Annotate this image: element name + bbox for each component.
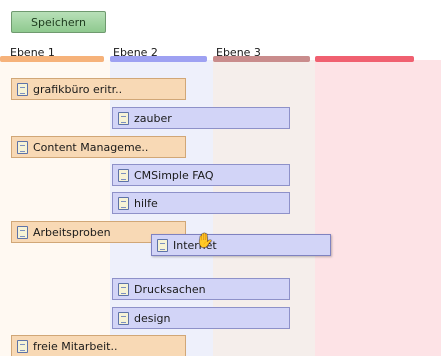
column-label: Ebene 3	[216, 46, 261, 59]
column-header-loeschen: Löschen	[315, 45, 414, 62]
page-icon	[118, 111, 129, 125]
page-row-level-1[interactable]: Content Manageme..	[11, 136, 186, 158]
page-icon	[118, 196, 129, 210]
page-label: freie Mitarbeit..	[33, 339, 118, 353]
page-icon	[17, 140, 28, 154]
page-icon	[157, 238, 168, 252]
page-label: grafikbüro eritr..	[33, 82, 123, 96]
page-row-level-2[interactable]: hilfe	[112, 192, 290, 214]
page-icon	[17, 82, 28, 96]
column-label: Löschen	[318, 46, 364, 59]
page-row-level-1[interactable]: grafikbüro eritr..	[11, 78, 186, 100]
save-button[interactable]: Speichern	[11, 11, 106, 33]
column-header-ebene-3: Ebene 3	[213, 45, 316, 62]
page-row-level-2[interactable]: zauber	[112, 107, 290, 129]
page-icon	[118, 168, 129, 182]
page-icon	[118, 311, 129, 325]
column-area-loeschen	[315, 60, 441, 356]
column-label: Ebene 2	[113, 46, 158, 59]
page-label: CMSimple FAQ	[134, 168, 214, 182]
column-area-ebene-1	[0, 60, 110, 356]
page-icon	[118, 282, 129, 296]
page-label: design	[134, 311, 171, 325]
page-row-level-2[interactable]: design	[112, 307, 290, 329]
page-label: hilfe	[134, 196, 158, 210]
dragging-page-row[interactable]: Internet	[151, 234, 331, 256]
column-header-ebene-2: Ebene 2	[110, 45, 213, 62]
page-row-level-1[interactable]: freie Mitarbeit..	[11, 335, 186, 356]
column-label: Ebene 1	[10, 46, 55, 59]
page-icon	[17, 339, 28, 353]
page-row-level-2[interactable]: Drucksachen	[112, 278, 290, 300]
page-label: Arbeitsproben	[33, 225, 111, 239]
column-header-ebene-1: Ebene 1	[0, 45, 110, 62]
grab-hand-icon: ✋	[196, 233, 214, 249]
page-label: Drucksachen	[134, 282, 206, 296]
page-label: zauber	[134, 111, 172, 125]
page-row-level-2[interactable]: CMSimple FAQ	[112, 164, 290, 186]
page-label: Content Manageme..	[33, 140, 149, 154]
page-icon	[17, 225, 28, 239]
